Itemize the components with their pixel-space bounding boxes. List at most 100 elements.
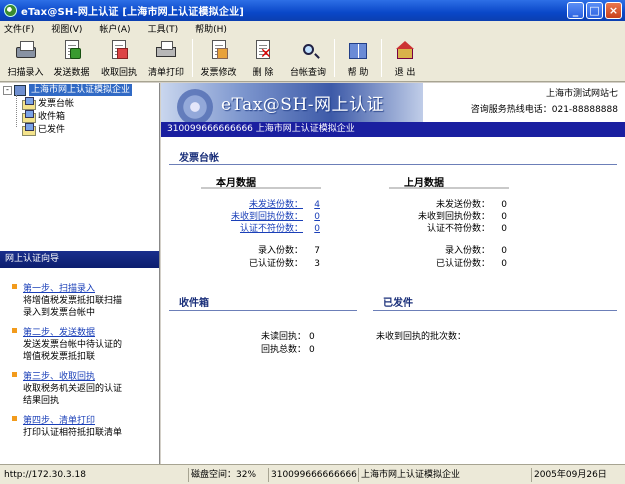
title-bar: eTax@SH-网上认证 [上海市网上认证模拟企业] _ □ × bbox=[0, 0, 625, 21]
guide-title: 网上认证向导 bbox=[0, 251, 159, 268]
scan-entry-button[interactable]: 扫描录入 bbox=[3, 36, 48, 80]
help-book-icon bbox=[347, 39, 369, 61]
ledger-query-label: 台帐查询 bbox=[289, 68, 326, 78]
cd-disc-icon bbox=[177, 89, 213, 122]
last-month-mismatch: 认证不符份数： 0 bbox=[426, 224, 507, 234]
inbox-unread: 未读回执： 0 bbox=[260, 332, 315, 342]
print-icon bbox=[155, 39, 177, 61]
guide-step-2: 第二步、发送数据 发送发票台帐中待认证的 增值税发票抵扣联 bbox=[12, 325, 148, 363]
guide-step-2-desc: 发送发票台帐中待认证的 增值税发票抵扣联 bbox=[23, 340, 123, 362]
this-month-certified: 已认证份数： 3 bbox=[248, 259, 320, 269]
inbox-icon bbox=[22, 109, 36, 123]
guide-step-4: 第四步、清单打印 打印认证相符抵扣联清单 bbox=[12, 413, 148, 439]
status-url: http://172.30.3.18 bbox=[4, 470, 86, 480]
guide-step-1-link[interactable]: 第一步、扫描录入 bbox=[23, 281, 148, 294]
tree-collapse-toggle[interactable]: - bbox=[3, 85, 12, 95]
bullet-icon bbox=[12, 372, 17, 377]
sent-divider bbox=[373, 310, 617, 311]
guide-step-3: 第三步、收取回执 收取税务机关返回的认证 结果回执 bbox=[12, 369, 148, 407]
bullet-icon bbox=[12, 416, 17, 421]
guide-step-1: 第一步、扫描录入 将增值税发票抵扣联扫描 录入到发票台帐中 bbox=[12, 281, 148, 319]
edit-invoice-icon bbox=[208, 39, 230, 61]
exit-label: 退 出 bbox=[394, 68, 416, 78]
status-disk: 磁盘空间：32% bbox=[188, 468, 256, 482]
inbox-total: 回执总数： 0 bbox=[260, 345, 315, 355]
this-month-mismatch[interactable]: 认证不符份数： 0 bbox=[213, 221, 320, 234]
menu-file[interactable]: 文件(F) bbox=[4, 22, 34, 35]
send-data-button[interactable]: 发送数据 bbox=[48, 36, 95, 80]
status-company: 上海市网上认证模拟企业 bbox=[358, 468, 460, 482]
delete-label: 删 除 bbox=[252, 68, 274, 78]
navigation-tree: - 上海市网上认证模拟企业 发票台帐 收件箱 已发件 bbox=[0, 83, 160, 251]
guide-step-4-link[interactable]: 第四步、清单打印 bbox=[23, 413, 148, 426]
app-logo-text: eTax@SH-网上认证 bbox=[221, 95, 385, 115]
last-month-entered: 录入份数： 0 bbox=[444, 246, 507, 256]
tree-root[interactable]: - 上海市网上认证模拟企业 bbox=[3, 84, 133, 96]
hotline-text: 咨询服务热线电话：021-88888888 bbox=[470, 105, 618, 115]
section-divider bbox=[169, 164, 617, 165]
this-month-entered: 录入份数： 7 bbox=[257, 246, 320, 256]
exit-button[interactable]: 退 出 bbox=[385, 36, 425, 80]
tree-item-sent[interactable]: 已发件 bbox=[22, 122, 65, 136]
tree-item-label: 发票台帐 bbox=[38, 98, 75, 109]
menu-view[interactable]: 视图(V) bbox=[51, 22, 82, 35]
scan-entry-label: 扫描录入 bbox=[7, 68, 44, 78]
guide-step-4-desc: 打印认证相符抵扣联清单 bbox=[23, 428, 123, 438]
tree-connector bbox=[16, 95, 17, 127]
close-button[interactable]: × bbox=[605, 2, 622, 19]
delete-icon: ✕ bbox=[252, 39, 274, 61]
ledger-section-title: 发票台帐 bbox=[179, 153, 219, 164]
guide-step-2-link[interactable]: 第二步、发送数据 bbox=[23, 325, 148, 338]
delete-button[interactable]: ✕ 删 除 bbox=[241, 36, 285, 80]
maximize-button[interactable]: □ bbox=[586, 2, 603, 19]
help-label: 帮 助 bbox=[347, 68, 369, 78]
last-month-certified: 已认证份数： 0 bbox=[435, 259, 507, 269]
menu-help[interactable]: 帮助(H) bbox=[195, 22, 227, 35]
sent-section-title: 已发件 bbox=[383, 298, 413, 309]
guide-step-3-desc: 收取税务机关返回的认证 结果回执 bbox=[23, 384, 123, 406]
company-id-bar: 310099666666666 上海市网上认证模拟企业 bbox=[161, 122, 625, 137]
minimize-button[interactable]: _ bbox=[567, 2, 584, 19]
status-tax-id: 310099666666666 bbox=[268, 468, 357, 482]
tree-item-label: 收件箱 bbox=[38, 111, 66, 122]
query-icon bbox=[297, 39, 319, 61]
print-list-button[interactable]: 清单打印 bbox=[143, 36, 189, 80]
station-name: 上海市测试网站七 bbox=[545, 89, 618, 99]
banner: eTax@SH-网上认证 上海市测试网站七 咨询服务热线电话：021-88888… bbox=[161, 83, 625, 122]
toolbar-separator bbox=[334, 39, 335, 77]
exit-house-icon bbox=[394, 39, 416, 61]
app-logo-icon bbox=[4, 4, 17, 17]
ledger-query-button[interactable]: 台帐查询 bbox=[285, 36, 331, 80]
send-data-icon bbox=[61, 39, 83, 61]
receive-receipt-icon bbox=[108, 39, 130, 61]
tree-root-label[interactable]: 上海市网上认证模拟企业 bbox=[29, 84, 133, 96]
send-data-label: 发送数据 bbox=[53, 68, 90, 78]
guide-panel: 网上认证向导 第一步、扫描录入 将增值税发票抵扣联扫描 录入到发票台帐中 第二步、… bbox=[0, 251, 160, 464]
sent-icon bbox=[22, 122, 36, 136]
tree-item-inbox[interactable]: 收件箱 bbox=[22, 109, 66, 123]
tree-item-invoice-ledger[interactable]: 发票台帐 bbox=[22, 96, 75, 110]
last-month-underline bbox=[389, 187, 509, 189]
toolbar-separator bbox=[381, 39, 382, 77]
status-bar: http://172.30.3.18 磁盘空间：32% 310099666666… bbox=[0, 464, 625, 484]
main-content: 发票台帐 本月数据 未发送份数： 4 未收到回执份数： 0 认证不符份数： 0 录入份… bbox=[161, 137, 625, 464]
receive-receipt-button[interactable]: 收取回执 bbox=[95, 36, 143, 80]
status-date: 2005年09月26日 bbox=[531, 468, 607, 482]
receive-receipt-label: 收取回执 bbox=[100, 68, 137, 78]
window-controls: _ □ × bbox=[567, 2, 622, 19]
help-button[interactable]: 帮 助 bbox=[338, 36, 378, 80]
guide-step-1-desc: 将增值税发票抵扣联扫描 录入到发票台帐中 bbox=[23, 296, 123, 318]
print-list-label: 清单打印 bbox=[147, 68, 184, 78]
inbox-section-title: 收件箱 bbox=[179, 298, 209, 309]
edit-invoice-label: 发票修改 bbox=[200, 68, 237, 78]
inbox-divider bbox=[169, 310, 357, 311]
menu-tools[interactable]: 工具(T) bbox=[148, 22, 179, 35]
edit-invoice-button[interactable]: 发票修改 bbox=[196, 36, 241, 80]
window-title: eTax@SH-网上认证 [上海市网上认证模拟企业] bbox=[21, 7, 245, 18]
menu-bar: 文件(F) 视图(V) 帐户(A) 工具(T) 帮助(H) bbox=[0, 21, 625, 36]
guide-step-3-link[interactable]: 第三步、收取回执 bbox=[23, 369, 148, 382]
bullet-icon bbox=[12, 284, 17, 289]
scanner-icon bbox=[15, 39, 37, 61]
menu-account[interactable]: 帐户(A) bbox=[99, 22, 130, 35]
this-month-underline bbox=[201, 187, 321, 189]
